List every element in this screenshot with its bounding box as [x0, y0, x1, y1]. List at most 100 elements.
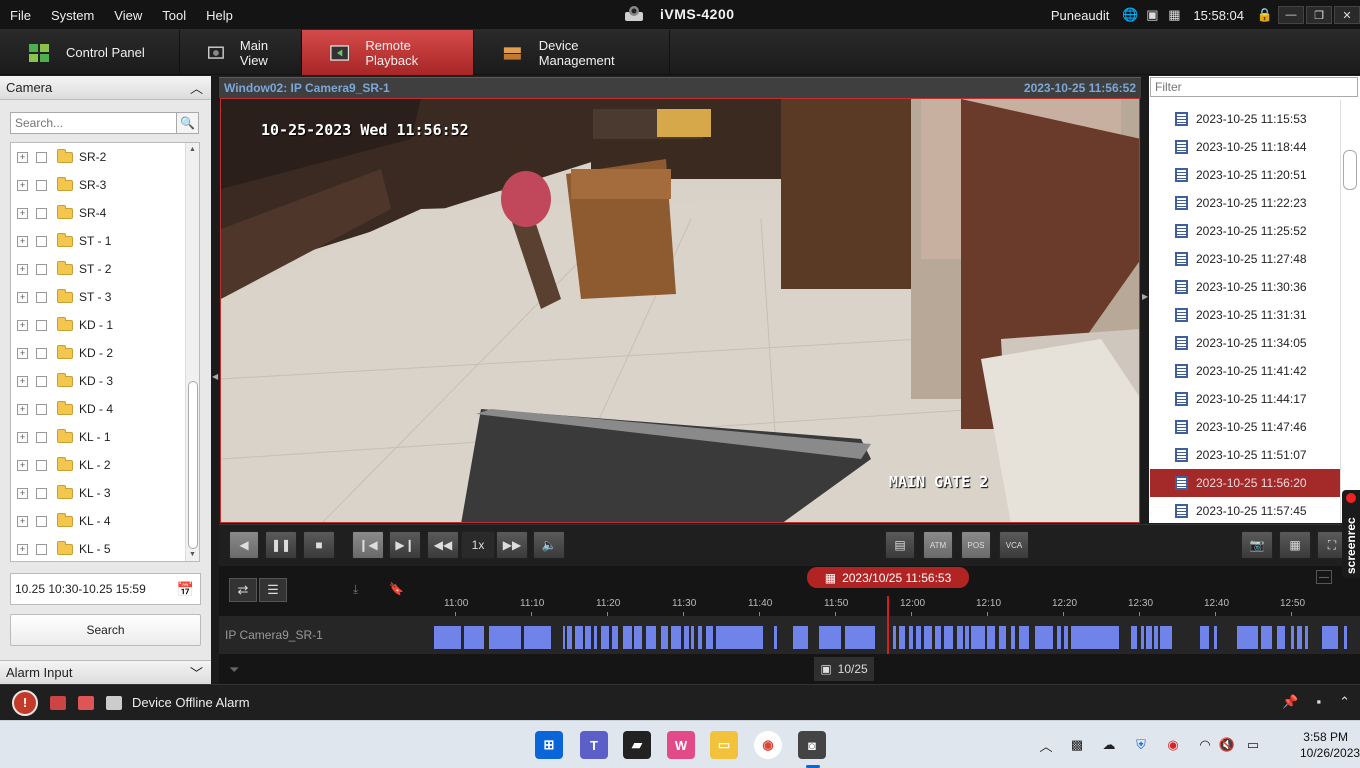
file-item[interactable]: 2023-10-25 11:31:31	[1150, 301, 1340, 329]
recording-segment[interactable]	[1160, 626, 1172, 649]
sticky-notes-icon[interactable]: ▰	[623, 731, 651, 759]
file-item[interactable]: 2023-10-25 11:20:51	[1150, 161, 1340, 189]
recording-segment[interactable]	[1344, 626, 1347, 649]
expand-plus-icon[interactable]: +	[17, 263, 28, 275]
recording-segment[interactable]	[691, 626, 694, 649]
file-item[interactable]: 2023-10-25 11:44:17	[1150, 385, 1340, 413]
recording-segment[interactable]	[987, 626, 995, 649]
tray-cloud-off-icon[interactable]: ☁	[1100, 736, 1118, 754]
tree-item[interactable]: + ST - 2	[11, 255, 199, 283]
file-item[interactable]: 2023-10-25 11:47:46	[1150, 413, 1340, 441]
recording-segment[interactable]	[706, 626, 713, 649]
tree-item[interactable]: + KL - 2	[11, 451, 199, 479]
windows-start-icon[interactable]: ⊞	[535, 731, 563, 759]
atm-button[interactable]: ATM	[923, 531, 953, 559]
tree-item[interactable]: + SR-3	[11, 171, 199, 199]
search-button[interactable]: Search	[10, 614, 201, 646]
recording-segment[interactable]	[1214, 626, 1217, 649]
camera-header[interactable]: Camera ︿	[0, 76, 211, 100]
recording-segment[interactable]	[774, 626, 777, 649]
tree-item[interactable]: + KL - 5	[11, 535, 199, 561]
recording-segment[interactable]	[893, 626, 896, 649]
pause-button[interactable]: ❚❚	[265, 531, 297, 559]
timeline-track[interactable]: IP Camera9_SR-1	[219, 616, 1360, 654]
ivms-taskbar-icon[interactable]: ◙	[798, 731, 826, 759]
tab-control-panel[interactable]: Control Panel	[0, 30, 180, 75]
expand-plus-icon[interactable]: +	[17, 179, 28, 191]
recording-segment[interactable]	[634, 626, 642, 649]
menu-system[interactable]: System	[41, 8, 104, 23]
expand-plus-icon[interactable]: +	[17, 515, 28, 527]
audio-button[interactable]: 🔈	[533, 531, 565, 559]
recording-segment[interactable]	[916, 626, 921, 649]
file-item[interactable]: 2023-10-25 11:18:44	[1150, 133, 1340, 161]
ram-icon[interactable]: ▦	[1166, 7, 1182, 23]
time-range-field[interactable]: 10.25 10:30-10.25 15:59 📅	[10, 573, 201, 605]
chrome-icon[interactable]: ◉	[754, 731, 782, 759]
recording-segment[interactable]	[489, 626, 521, 649]
stop-button[interactable]: ■	[303, 531, 335, 559]
recording-segment[interactable]	[1019, 626, 1029, 649]
recording-segment[interactable]	[684, 626, 689, 649]
alarm-sound-icon[interactable]	[50, 695, 66, 710]
reverse-play-button[interactable]: ◀	[229, 531, 259, 559]
recording-segment[interactable]	[646, 626, 656, 649]
calendar-icon[interactable]: 📅	[177, 581, 194, 598]
recording-segment[interactable]	[1297, 626, 1302, 649]
pos-button[interactable]: POS	[961, 531, 991, 559]
recording-segment[interactable]	[671, 626, 681, 649]
teams-icon[interactable]: T	[580, 731, 608, 759]
file-item[interactable]: 2023-10-25 11:15:53	[1150, 105, 1340, 133]
recording-segment[interactable]	[924, 626, 932, 649]
expand-plus-icon[interactable]: +	[17, 431, 28, 443]
file-item[interactable]: 2023-10-25 11:34:05	[1150, 329, 1340, 357]
tree-item[interactable]: + KL - 3	[11, 479, 199, 507]
recording-segment[interactable]	[1064, 626, 1068, 649]
tree-scrollbar[interactable]: ▲ ▼	[185, 143, 199, 561]
window-icon[interactable]: ▪	[1316, 694, 1321, 710]
hdd-icon[interactable]: ▣	[1144, 7, 1160, 23]
chevron-right-icon[interactable]: ▶	[1142, 292, 1148, 301]
recording-segment[interactable]	[845, 626, 875, 649]
recording-segment[interactable]	[1011, 626, 1015, 649]
alarm-warning-icon[interactable]: !	[12, 689, 38, 716]
chevron-left-icon[interactable]: ◀	[212, 372, 218, 381]
expand-plus-icon[interactable]: +	[17, 291, 28, 303]
scroll-thumb[interactable]	[188, 381, 198, 549]
expand-up-icon[interactable]: ⌃	[1339, 694, 1350, 710]
fast-button[interactable]: ▶▶	[496, 531, 528, 559]
alarm-event-icon[interactable]	[78, 695, 94, 710]
alarm-input-header[interactable]: Alarm Input ﹀	[0, 660, 211, 684]
recording-segment[interactable]	[1035, 626, 1053, 649]
tree-item[interactable]: + KD - 3	[11, 367, 199, 395]
tree-item[interactable]: + ST - 3	[11, 283, 199, 311]
zoom-out-button[interactable]: —	[1316, 570, 1332, 584]
frame-forward-button[interactable]: ▶❙	[389, 531, 421, 559]
tab-device-management[interactable]: Device Management	[474, 30, 670, 75]
recording-segment[interactable]	[575, 626, 583, 649]
checkbox[interactable]	[36, 291, 47, 303]
expand-plus-icon[interactable]: +	[17, 543, 28, 555]
recording-segment[interactable]	[999, 626, 1006, 649]
tree-item[interactable]: + KD - 2	[11, 339, 199, 367]
recording-segment[interactable]	[585, 626, 591, 649]
checkbox[interactable]	[36, 515, 47, 527]
recording-segment[interactable]	[434, 626, 461, 649]
expand-plus-icon[interactable]: +	[17, 319, 28, 331]
collapse-left-handle[interactable]: ◀	[211, 76, 219, 684]
chevron-down-icon[interactable]: ﹀	[190, 663, 203, 682]
tree-item[interactable]: + SR-4	[11, 199, 199, 227]
recording-segment[interactable]	[909, 626, 913, 649]
speaker-icon[interactable]	[106, 695, 122, 710]
video-playback[interactable]: 10-25-2023 Wed 11:56:52 MAIN GATE 2	[220, 98, 1140, 523]
recording-segment[interactable]	[1071, 626, 1119, 649]
tab-remote-playback[interactable]: Remote Playback	[302, 30, 474, 75]
recording-segment[interactable]	[1146, 626, 1152, 649]
tree-item[interactable]: + SR-2	[11, 143, 199, 171]
recording-segment[interactable]	[716, 626, 763, 649]
tree-item[interactable]: + KL - 1	[11, 423, 199, 451]
recording-segment[interactable]	[601, 626, 609, 649]
file-item[interactable]: 2023-10-25 11:30:36	[1150, 273, 1340, 301]
frame-back-button[interactable]: ❙◀	[352, 531, 384, 559]
recording-segment[interactable]	[935, 626, 941, 649]
